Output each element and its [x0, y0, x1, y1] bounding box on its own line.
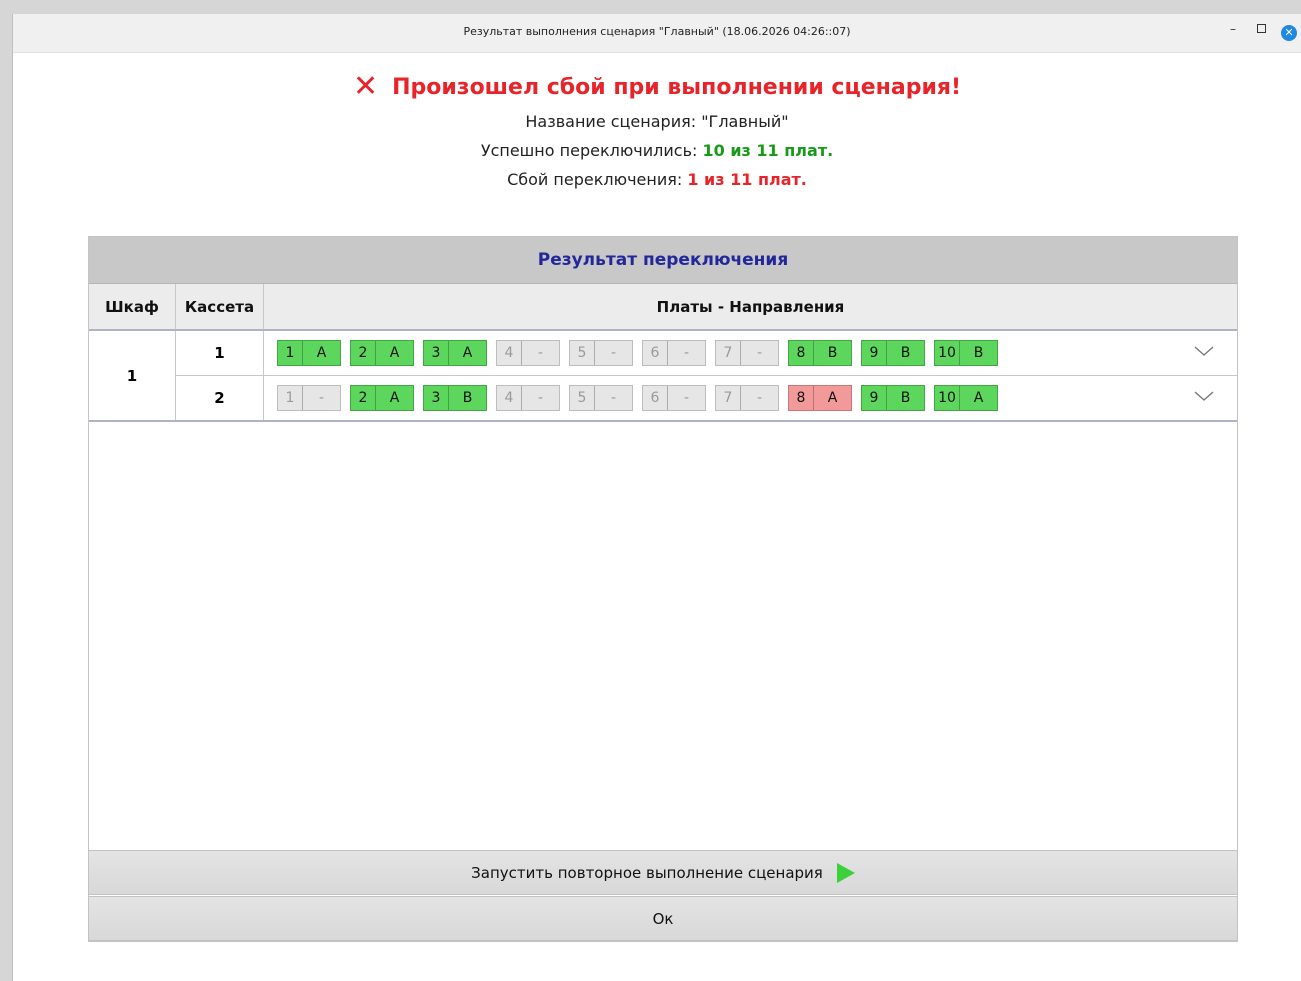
board-number: 7: [716, 386, 741, 410]
board-chip: 1-: [277, 385, 341, 411]
board-chip: 4-: [496, 385, 560, 411]
fail-line: Сбой переключения: 1 из 11 плат.: [13, 170, 1301, 189]
board-chip: 6-: [642, 385, 706, 411]
board-direction: B: [900, 390, 911, 406]
board-number: 2: [351, 341, 376, 365]
board-direction: -: [756, 390, 763, 406]
board-number: 7: [716, 341, 741, 365]
board-direction: A: [316, 345, 327, 361]
ok-button[interactable]: Ок: [88, 896, 1238, 941]
column-header-boards: Платы - Направления: [656, 297, 845, 316]
success-line: Успешно переключились: 10 из 11 плат.: [13, 141, 1301, 160]
board-number: 9: [862, 341, 887, 365]
cassette-cell: 1: [176, 331, 264, 375]
board-number: 6: [643, 386, 668, 410]
board-chip: 7-: [715, 340, 779, 366]
board-direction: B: [462, 390, 473, 406]
board-number: 3: [424, 386, 449, 410]
board-chip: 5-: [569, 340, 633, 366]
board-number: 8: [789, 386, 814, 410]
board-direction: -: [537, 345, 544, 361]
scenario-name: Название сценария: "Главный": [525, 112, 789, 131]
success-value: 10 из 11 плат.: [702, 141, 834, 160]
table-title: Результат переключения: [89, 237, 1237, 284]
fail-value: 1 из 11 плат.: [687, 170, 807, 189]
board-direction: A: [389, 390, 400, 406]
board-number: 10: [935, 341, 960, 365]
board-chip: 9B: [861, 340, 925, 366]
table-header: Шкаф Кассета Платы - Направления: [89, 284, 1237, 331]
board-chip: 2A: [350, 385, 414, 411]
cassette-rows: 1 1 A 2 A 3 A 4-5-6-7-8 B 9 B 10 B 2 1-2 A 3 B 4-5-6-7-8 A 9…: [176, 331, 1237, 420]
board-direction: -: [610, 390, 617, 406]
table-row: 1 1 A 2 A 3 A 4-5-6-7-8 B 9 B 10 B: [176, 331, 1237, 375]
close-icon[interactable]: ✕: [1281, 25, 1297, 41]
board-number: 5: [570, 386, 595, 410]
board-number: 6: [643, 341, 668, 365]
board-direction: A: [827, 390, 838, 406]
boards-cell: 1 A 2 A 3 A 4-5-6-7-8 B 9 B 10 B: [264, 331, 1237, 375]
board-direction: -: [610, 345, 617, 361]
column-header-cassette: Кассета: [176, 284, 264, 329]
board-chip: 10 A: [934, 385, 998, 411]
board-chip: 2A: [350, 340, 414, 366]
result-summary: ✕ Произошел сбой при выполнении сценария…: [13, 72, 1301, 190]
error-heading: ✕ Произошел сбой при выполнении сценария…: [353, 72, 961, 102]
board-number: 9: [862, 386, 887, 410]
board-chip: 5-: [569, 385, 633, 411]
error-title: Произошел сбой при выполнении сценария!: [392, 74, 962, 100]
window-title: Результат выполнения сценария "Главный" …: [463, 25, 851, 38]
board-chip: 3A: [423, 340, 487, 366]
ok-button-label: Ок: [652, 909, 674, 928]
board-direction: A: [389, 345, 400, 361]
board-number: 8: [789, 341, 814, 365]
board-chip: 3B: [423, 385, 487, 411]
board-chip: 7-: [715, 385, 779, 411]
board-direction: -: [318, 390, 325, 406]
board-number: 5: [570, 341, 595, 365]
board-number: 1: [278, 341, 303, 365]
retry-button[interactable]: Запустить повторное выполнение сценария: [88, 850, 1238, 895]
board-chip: 9B: [861, 385, 925, 411]
board-direction: A: [973, 390, 984, 406]
result-dialog: Результат выполнения сценария "Главный" …: [12, 14, 1301, 981]
play-icon: [836, 862, 855, 883]
cabinet-cell: 1: [89, 331, 176, 420]
board-chip: 1A: [277, 340, 341, 366]
board-chip: 4-: [496, 340, 560, 366]
board-number: 3: [424, 341, 449, 365]
chevron-down-icon[interactable]: [1193, 387, 1215, 405]
boards-cell: 1-2 A 3 B 4-5-6-7-8 A 9 B 10 A: [264, 376, 1237, 420]
title-bar[interactable]: Результат выполнения сценария "Главный" …: [13, 14, 1301, 53]
board-number: 4: [497, 386, 522, 410]
board-direction: -: [683, 390, 690, 406]
maximize-icon[interactable]: [1257, 24, 1266, 33]
board-number: 4: [497, 341, 522, 365]
board-chip: 6-: [642, 340, 706, 366]
board-direction: A: [462, 345, 473, 361]
switch-result-table: Результат переключения Шкаф Кассета Плат…: [88, 236, 1238, 942]
retry-button-label: Запустить повторное выполнение сценария: [471, 863, 823, 882]
board-chip: 8A: [788, 385, 852, 411]
column-header-cabinet: Шкаф: [89, 284, 176, 329]
board-number: 10: [935, 386, 960, 410]
board-number: 1: [278, 386, 303, 410]
board-direction: B: [973, 345, 984, 361]
board-number: 2: [351, 386, 376, 410]
board-direction: -: [683, 345, 690, 361]
board-direction: -: [756, 345, 763, 361]
cabinet-group: 1 1 1 A 2 A 3 A 4-5-6-7-8 B 9 B 10 B 2 1-2 A 3 B 4-5-6-7-8…: [89, 331, 1237, 422]
minimize-icon[interactable]: –: [1230, 22, 1236, 36]
cassette-cell: 2: [176, 376, 264, 420]
board-chip: 8B: [788, 340, 852, 366]
fail-label: Сбой переключения:: [507, 170, 683, 189]
success-label: Успешно переключились:: [480, 141, 698, 160]
board-direction: -: [537, 390, 544, 406]
board-direction: B: [900, 345, 911, 361]
chevron-down-icon[interactable]: [1193, 342, 1215, 360]
table-row: 2 1-2 A 3 B 4-5-6-7-8 A 9 B 10 A: [176, 375, 1237, 420]
board-chip: 10 B: [934, 340, 998, 366]
error-x-icon: ✕: [352, 69, 379, 104]
board-direction: B: [827, 345, 838, 361]
